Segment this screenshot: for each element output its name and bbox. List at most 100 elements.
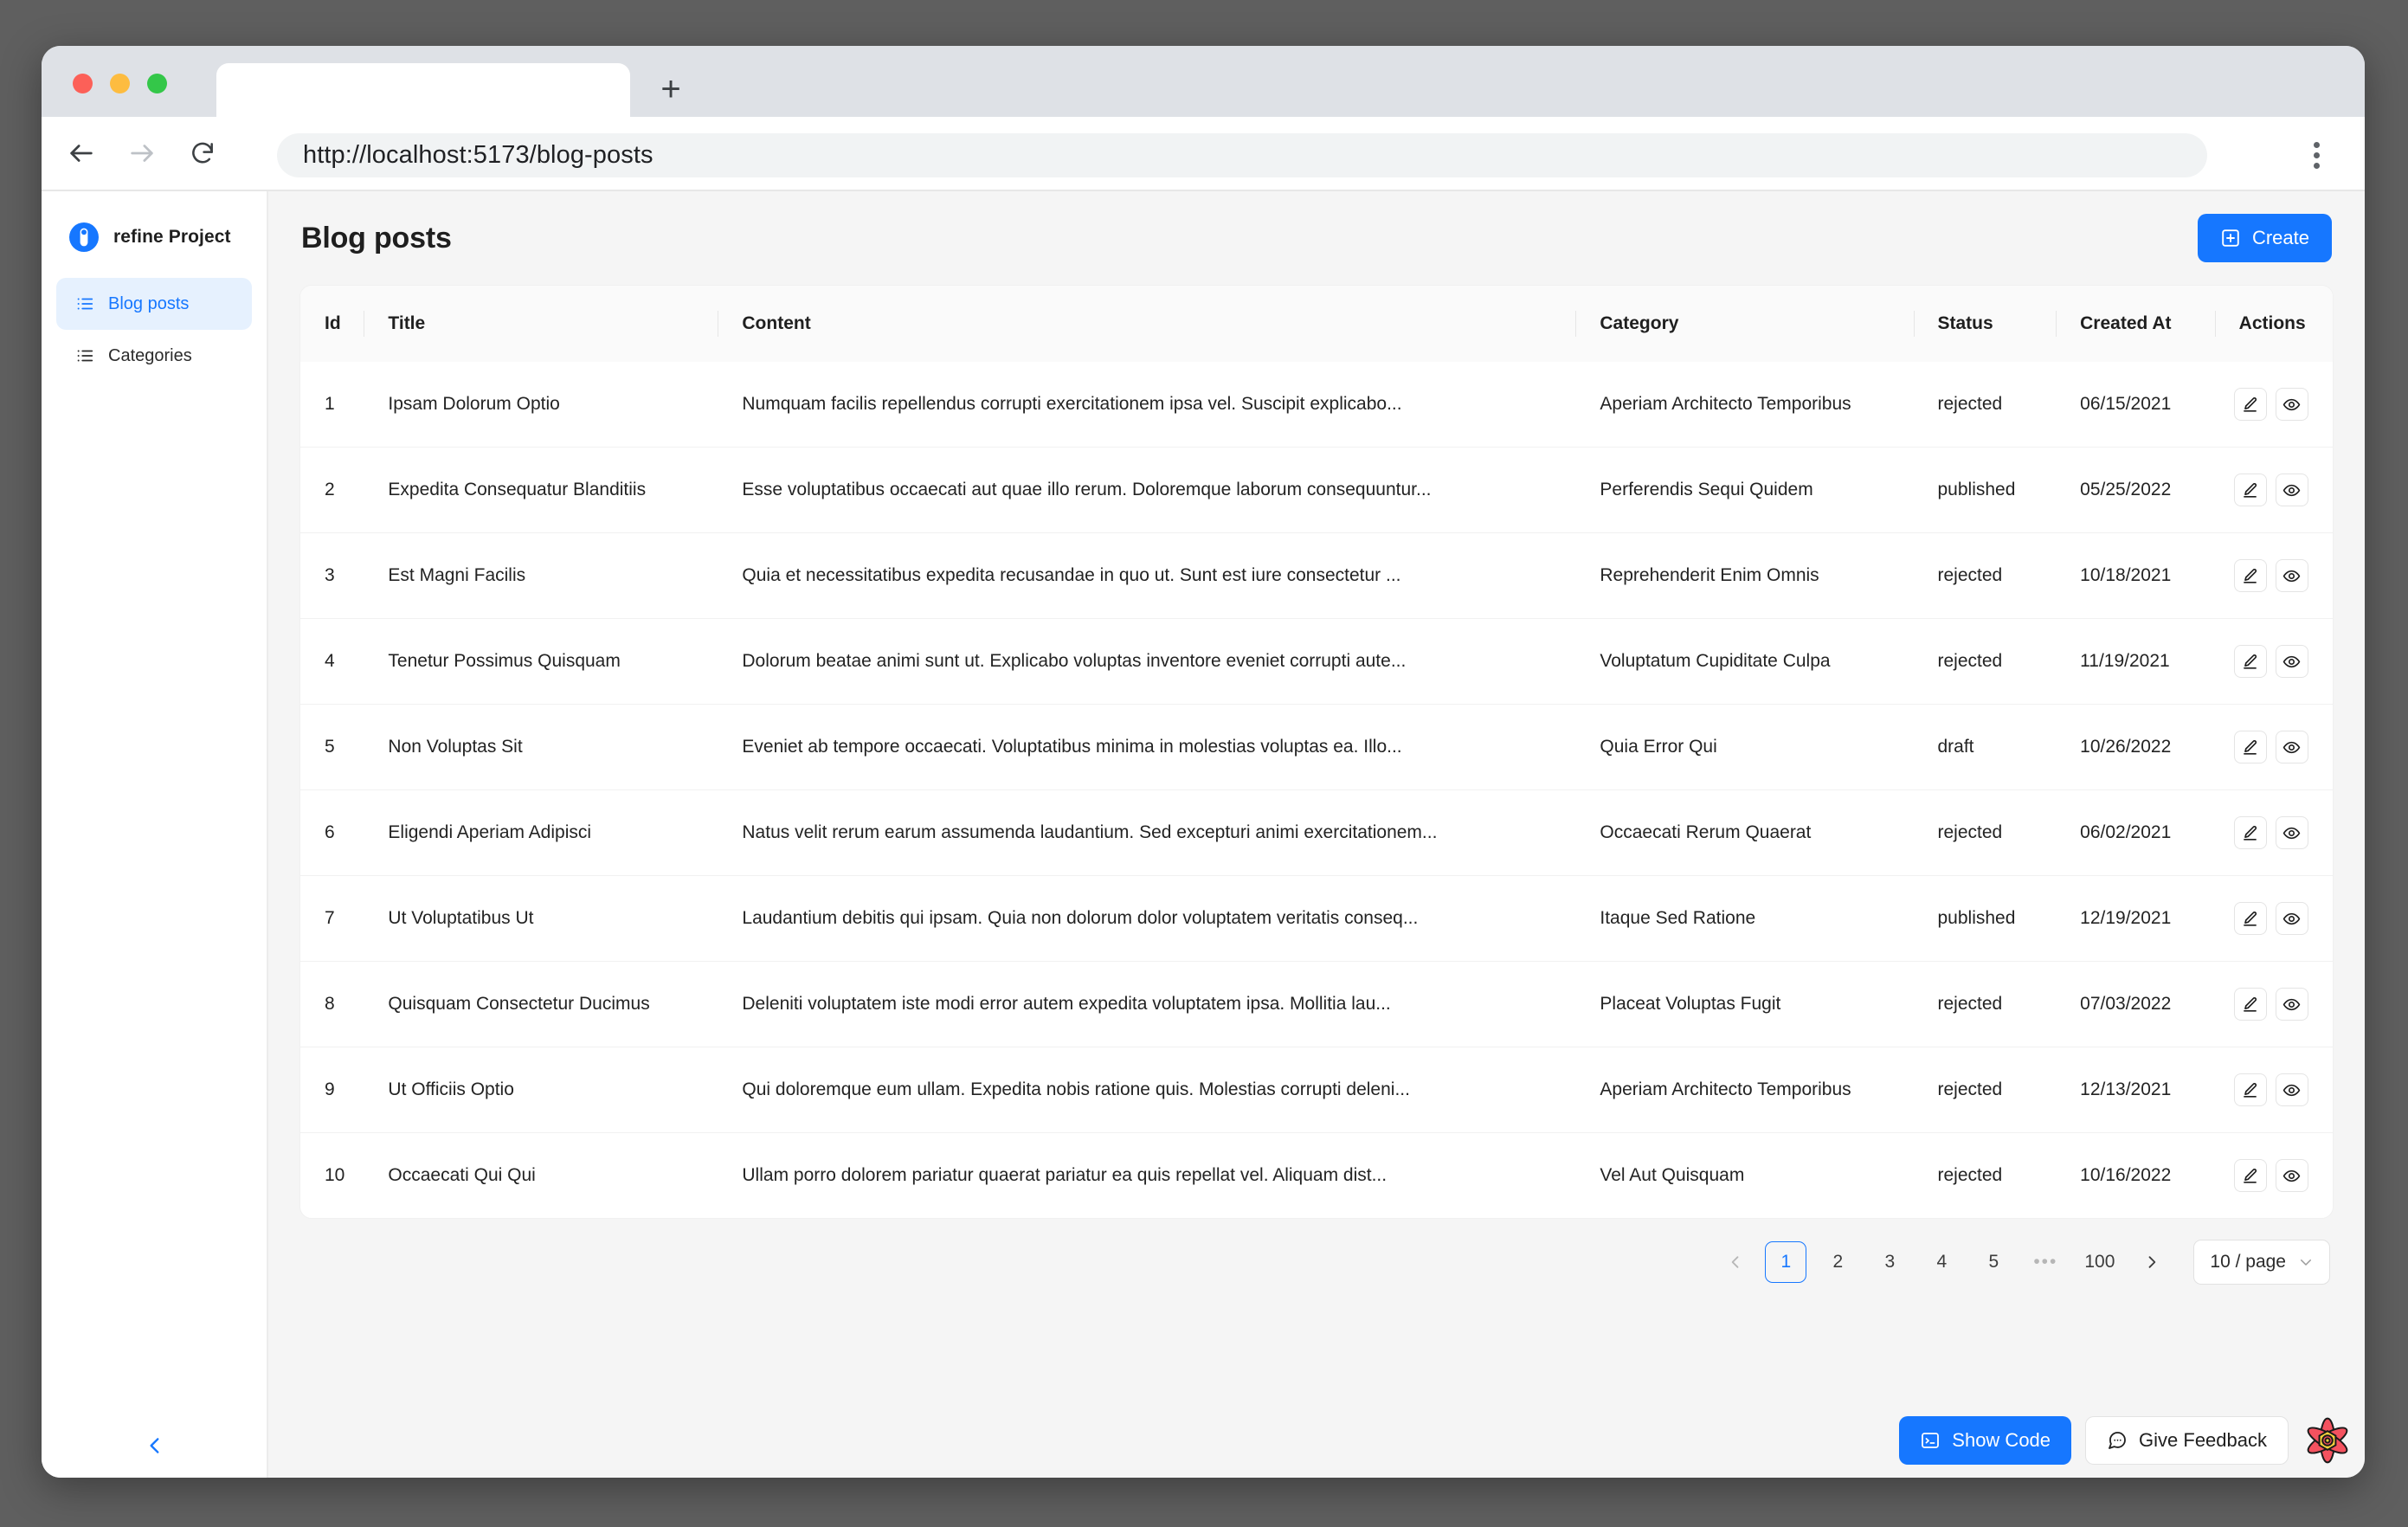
cell-content: Eveniet ab tempore occaecati. Voluptatib… <box>718 705 1575 790</box>
show-row-button[interactable] <box>2276 559 2308 592</box>
cell-actions <box>2215 533 2333 619</box>
column-header-status[interactable]: Status <box>1914 286 2057 362</box>
address-bar[interactable]: http://localhost:5173/blog-posts <box>277 133 2207 177</box>
minimize-window-button[interactable] <box>110 74 130 93</box>
edit-row-button[interactable] <box>2234 1073 2267 1106</box>
chat-bubble-icon <box>2107 1430 2128 1451</box>
show-eye-icon <box>2282 653 2301 671</box>
table-row[interactable]: 7Ut Voluptatibus UtLaudantium debitis qu… <box>300 876 2333 962</box>
cell-title: Occaecati Qui Qui <box>364 1133 718 1219</box>
blog-posts-table: Id Title Content Category Status Created… <box>300 286 2333 1218</box>
pagination-page-2[interactable]: 2 <box>1817 1241 1858 1283</box>
refine-logo-icon <box>69 222 99 252</box>
brand-header[interactable]: refine Project <box>42 191 267 261</box>
kebab-menu-icon[interactable] <box>2295 134 2337 176</box>
show-row-button[interactable] <box>2276 1073 2308 1106</box>
back-icon[interactable] <box>61 132 102 174</box>
cell-created-at: 10/18/2021 <box>2056 533 2215 619</box>
table-row[interactable]: 3Est Magni FacilisQuia et necessitatibus… <box>300 533 2333 619</box>
show-row-button[interactable] <box>2276 1159 2308 1192</box>
sidebar-item-blog-posts[interactable]: Blog posts <box>56 278 252 330</box>
pagination-prev-button[interactable] <box>1716 1243 1754 1281</box>
edit-row-button[interactable] <box>2234 645 2267 678</box>
column-header-content[interactable]: Content <box>718 286 1575 362</box>
edit-row-button[interactable] <box>2234 988 2267 1021</box>
cell-content: Ullam porro dolorem pariatur quaerat par… <box>718 1133 1575 1219</box>
cell-id: 6 <box>300 790 364 876</box>
maximize-window-button[interactable] <box>147 74 167 93</box>
column-header-created-at[interactable]: Created At <box>2056 286 2215 362</box>
forward-icon[interactable] <box>121 132 163 174</box>
cell-id: 7 <box>300 876 364 962</box>
table-row[interactable]: 2Expedita Consequatur BlanditiisEsse vol… <box>300 448 2333 533</box>
cell-category: Perferendis Sequi Quidem <box>1575 448 1913 533</box>
cell-title: Est Magni Facilis <box>364 533 718 619</box>
sidebar-item-categories[interactable]: Categories <box>56 330 252 382</box>
column-header-id[interactable]: Id <box>300 286 364 362</box>
pagination-page-3[interactable]: 3 <box>1869 1241 1910 1283</box>
show-row-button[interactable] <box>2276 816 2308 849</box>
main-content: Blog posts Create <box>268 191 2365 1478</box>
show-eye-icon <box>2282 481 2301 499</box>
create-button[interactable]: Create <box>2198 214 2332 262</box>
show-row-button[interactable] <box>2276 988 2308 1021</box>
refine-flower-icon[interactable] <box>2302 1415 2353 1466</box>
edit-row-button[interactable] <box>2234 902 2267 935</box>
show-code-button[interactable]: Show Code <box>1899 1416 2071 1465</box>
table-row[interactable]: 1Ipsam Dolorum OptioNumquam facilis repe… <box>300 362 2333 448</box>
show-row-button[interactable] <box>2276 645 2308 678</box>
new-tab-button[interactable]: + <box>647 69 694 113</box>
reload-icon[interactable] <box>182 132 223 174</box>
show-row-button[interactable] <box>2276 902 2308 935</box>
show-row-button[interactable] <box>2276 474 2308 506</box>
edit-pencil-icon <box>2241 481 2259 499</box>
pagination-page-4[interactable]: 4 <box>1921 1241 1962 1283</box>
cell-category: Aperiam Architecto Temporibus <box>1575 1047 1913 1133</box>
pagination-last-page[interactable]: 100 <box>2076 1241 2122 1283</box>
edit-row-button[interactable] <box>2234 731 2267 764</box>
pagination-next-button[interactable] <box>2133 1243 2171 1281</box>
table-row[interactable]: 5Non Voluptas SitEveniet ab tempore occa… <box>300 705 2333 790</box>
close-window-button[interactable] <box>73 74 93 93</box>
table-row[interactable]: 8Quisquam Consectetur DucimusDeleniti vo… <box>300 962 2333 1047</box>
cell-category: Occaecati Rerum Quaerat <box>1575 790 1913 876</box>
pagination-page-5[interactable]: 5 <box>1973 1241 2014 1283</box>
table-row[interactable]: 10Occaecati Qui QuiUllam porro dolorem p… <box>300 1133 2333 1219</box>
sidebar-collapse-button[interactable] <box>42 1414 268 1478</box>
edit-row-button[interactable] <box>2234 559 2267 592</box>
cell-title: Tenetur Possimus Quisquam <box>364 619 718 705</box>
browser-toolbar: http://localhost:5173/blog-posts <box>42 117 2365 191</box>
cell-category: Vel Aut Quisquam <box>1575 1133 1913 1219</box>
cell-category: Voluptatum Cupiditate Culpa <box>1575 619 1913 705</box>
show-row-button[interactable] <box>2276 731 2308 764</box>
cell-created-at: 06/15/2021 <box>2056 362 2215 448</box>
edit-row-button[interactable] <box>2234 816 2267 849</box>
pagination-ellipsis[interactable]: ••• <box>2025 1241 2066 1283</box>
cell-actions <box>2215 1133 2333 1219</box>
edit-row-button[interactable] <box>2234 474 2267 506</box>
give-feedback-button[interactable]: Give Feedback <box>2085 1416 2289 1465</box>
create-button-label: Create <box>2252 227 2309 249</box>
table-row[interactable]: 4Tenetur Possimus QuisquamDolorum beatae… <box>300 619 2333 705</box>
column-header-category[interactable]: Category <box>1575 286 1913 362</box>
cell-actions <box>2215 448 2333 533</box>
table-header: Id Title Content Category Status Created… <box>300 286 2333 362</box>
show-row-button[interactable] <box>2276 388 2308 421</box>
column-header-title[interactable]: Title <box>364 286 718 362</box>
edit-row-button[interactable] <box>2234 388 2267 421</box>
sidebar-item-label: Blog posts <box>108 294 189 314</box>
cell-created-at: 06/02/2021 <box>2056 790 2215 876</box>
page-size-select[interactable]: 10 / page <box>2193 1240 2330 1285</box>
chevron-right-icon <box>2143 1253 2160 1271</box>
table-row[interactable]: 6Eligendi Aperiam AdipisciNatus velit re… <box>300 790 2333 876</box>
edit-pencil-icon <box>2241 824 2259 842</box>
chevron-down-icon <box>2298 1254 2314 1270</box>
list-icon <box>75 294 94 313</box>
browser-tab-active[interactable] <box>216 63 630 117</box>
pagination-page-1[interactable]: 1 <box>1765 1241 1806 1283</box>
cell-category: Aperiam Architecto Temporibus <box>1575 362 1913 448</box>
show-code-label: Show Code <box>1952 1429 2051 1452</box>
cell-actions <box>2215 962 2333 1047</box>
table-row[interactable]: 9Ut Officiis OptioQui doloremque eum ull… <box>300 1047 2333 1133</box>
edit-row-button[interactable] <box>2234 1159 2267 1192</box>
